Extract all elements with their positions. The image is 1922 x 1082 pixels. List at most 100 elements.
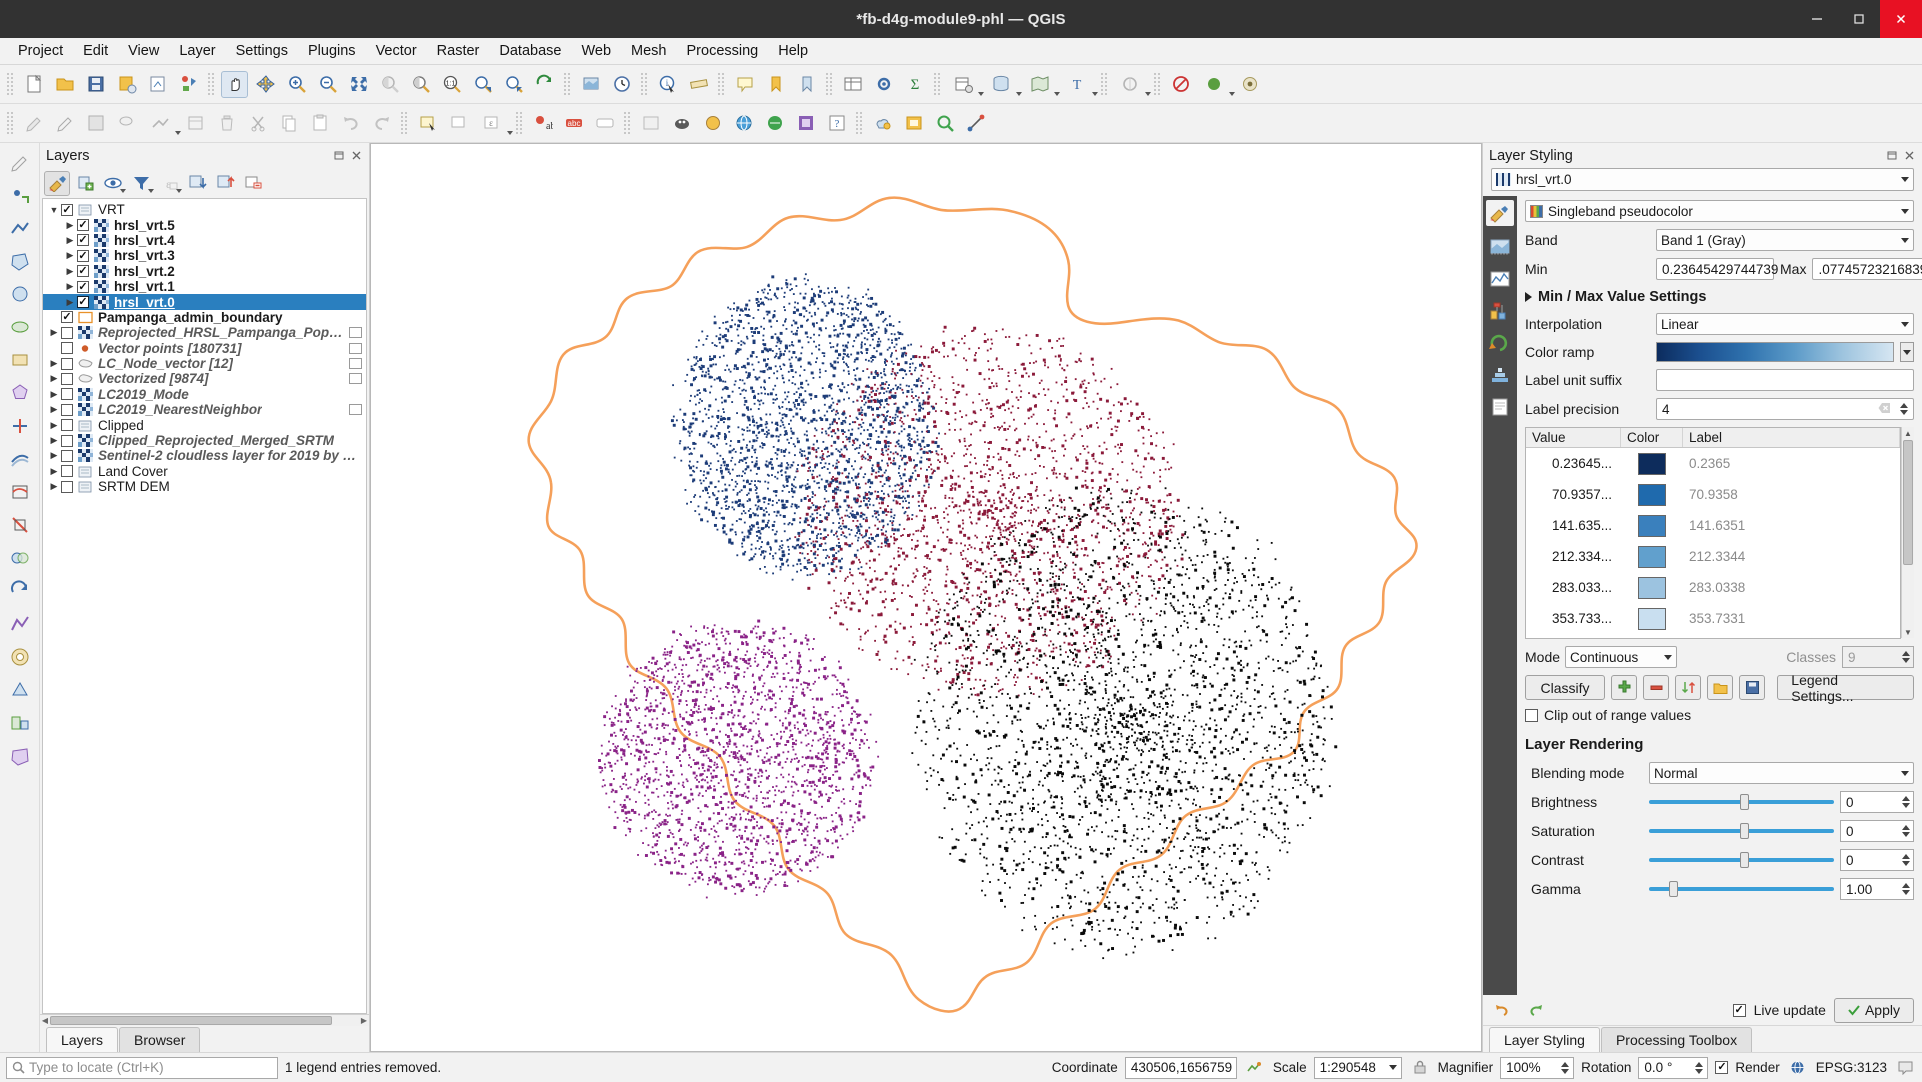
collapse-all-icon[interactable] xyxy=(212,171,238,196)
python-console-icon[interactable] xyxy=(1198,71,1235,98)
magnifier-field[interactable]: 100% xyxy=(1500,1056,1575,1079)
rotate-feature-icon[interactable] xyxy=(5,576,35,606)
close-styling-panel-icon[interactable] xyxy=(1902,149,1916,163)
crs-globe-icon[interactable] xyxy=(1787,1057,1809,1079)
remove-layer-icon[interactable] xyxy=(240,171,266,196)
legend-row[interactable]: 283.033... 283.0338 xyxy=(1526,572,1900,603)
undo-style-icon[interactable] xyxy=(1491,999,1515,1021)
legend-color-cell[interactable] xyxy=(1621,545,1683,568)
slider-knob[interactable] xyxy=(1739,852,1749,868)
zoom-full-icon[interactable] xyxy=(345,71,372,98)
chevron-down-icon[interactable] xyxy=(1901,770,1909,776)
chevron-down-icon[interactable] xyxy=(1901,237,1909,243)
slider-saturation[interactable] xyxy=(1649,822,1834,840)
classify-button[interactable]: Classify xyxy=(1525,675,1605,700)
layer-visibility-checkbox[interactable] xyxy=(61,419,73,432)
tab-browser[interactable]: Browser xyxy=(119,1027,201,1052)
scroll-down-icon[interactable]: ▼ xyxy=(1902,626,1914,638)
spin-stepper[interactable] xyxy=(1899,821,1912,841)
layer-tree-row[interactable]: ▶ hrsl_vrt.0 xyxy=(43,294,366,310)
chevron-right-icon[interactable]: ▶ xyxy=(47,466,61,477)
slider-gamma[interactable] xyxy=(1649,880,1834,898)
new-3d-map-view-icon[interactable] xyxy=(577,71,604,98)
color-swatch[interactable] xyxy=(1638,545,1666,568)
menu-help[interactable]: Help xyxy=(768,40,818,62)
live-update-checkbox[interactable] xyxy=(1732,1003,1746,1017)
paste-features-icon[interactable] xyxy=(306,110,333,137)
symbology-brush-icon[interactable] xyxy=(1486,200,1514,226)
layer-tree-row[interactable]: Pampanga_admin_boundary xyxy=(43,310,366,325)
change-label-icon[interactable] xyxy=(591,110,618,137)
layer-visibility-checkbox[interactable] xyxy=(77,234,89,247)
menu-view[interactable]: View xyxy=(118,40,169,62)
vertex-tool-icon[interactable] xyxy=(144,110,181,137)
identify-features-icon[interactable]: i xyxy=(654,71,681,98)
layer-edit-badge-icon[interactable] xyxy=(349,358,362,370)
layer-tree-row[interactable]: ▶ LC2019_NearestNeighbor xyxy=(43,402,366,417)
undock-styling-panel-icon[interactable] xyxy=(1885,149,1899,163)
new-project-icon[interactable] xyxy=(20,71,47,98)
reshape-features-icon[interactable] xyxy=(5,477,35,507)
layer-tree-row[interactable]: ▶ LC2019_Mode xyxy=(43,387,366,402)
map-canvas[interactable] xyxy=(370,143,1482,1052)
refresh-icon[interactable] xyxy=(531,71,558,98)
layer-tree-row[interactable]: ▶ Vectorized [9874] xyxy=(43,371,366,386)
spin-stepper[interactable] xyxy=(1899,850,1912,870)
renderer-combo[interactable]: Singleband pseudocolor xyxy=(1525,200,1914,222)
rendering-icon[interactable] xyxy=(1486,298,1514,324)
layer-visibility-checkbox[interactable] xyxy=(61,388,73,401)
layer-visibility-checkbox[interactable] xyxy=(61,465,73,478)
layer-visibility-checkbox[interactable] xyxy=(77,296,89,309)
add-vector-layer-icon[interactable] xyxy=(1023,71,1060,98)
layer-tree-row[interactable]: ▶ SRTM DEM xyxy=(43,479,366,494)
zoom-last-icon[interactable] xyxy=(469,71,496,98)
chevron-down-icon[interactable] xyxy=(978,91,984,96)
chevron-right-icon[interactable]: ▶ xyxy=(63,220,77,231)
layer-tree-row[interactable]: ▶ hrsl_vrt.5 xyxy=(43,217,366,233)
mode-combo[interactable]: Continuous xyxy=(1565,646,1677,668)
metasearch-icon[interactable] xyxy=(699,110,726,137)
menu-processing[interactable]: Processing xyxy=(677,40,769,62)
clear-icon[interactable] xyxy=(1878,402,1891,418)
chevron-down-icon[interactable] xyxy=(1901,208,1909,214)
layer-visibility-checkbox[interactable] xyxy=(77,280,89,293)
color-ramp-dropdown-icon[interactable] xyxy=(1900,342,1914,362)
band-combo[interactable]: Band 1 (Gray) xyxy=(1656,229,1914,251)
menu-vector[interactable]: Vector xyxy=(366,40,427,62)
filter-legend-expression-icon[interactable]: ε xyxy=(156,171,182,196)
chevron-right-icon[interactable]: ▶ xyxy=(47,404,61,415)
add-group-icon[interactable] xyxy=(72,171,98,196)
transparency-icon[interactable] xyxy=(1486,234,1514,260)
redo-icon[interactable] xyxy=(368,110,395,137)
layer-visibility-checkbox[interactable] xyxy=(61,203,73,216)
pan-to-selection-icon[interactable] xyxy=(252,71,279,98)
new-print-layout-icon[interactable] xyxy=(144,71,171,98)
layer-visibility-checkbox[interactable] xyxy=(61,449,73,462)
style-manager-icon[interactable] xyxy=(175,71,202,98)
zoom-to-layer-icon[interactable] xyxy=(407,71,434,98)
chevron-down-icon[interactable] xyxy=(175,130,181,135)
chevron-down-icon[interactable] xyxy=(120,188,126,193)
layer-tree-row[interactable]: ▶ Land Cover xyxy=(43,464,366,479)
delete-class-icon[interactable] xyxy=(1643,675,1670,700)
chevron-down-icon[interactable] xyxy=(1229,91,1235,96)
color-swatch[interactable] xyxy=(1638,514,1666,537)
spin-contrast[interactable]: 0 xyxy=(1840,849,1914,871)
tab-layers[interactable]: Layers xyxy=(46,1027,119,1052)
chevron-down-icon[interactable] xyxy=(1092,91,1098,96)
select-features-icon[interactable] xyxy=(414,110,441,137)
legend-row[interactable]: 353.733... 353.7331 xyxy=(1526,603,1900,634)
spin-gamma[interactable]: 1.00 xyxy=(1840,878,1914,900)
show-map-tips-icon[interactable] xyxy=(731,71,758,98)
chevron-down-icon[interactable] xyxy=(1901,177,1909,182)
add-point-feature-icon[interactable] xyxy=(5,180,35,210)
interpolation-combo[interactable]: Linear xyxy=(1656,313,1914,335)
legend-color-cell[interactable] xyxy=(1621,607,1683,630)
pan-map-icon[interactable] xyxy=(221,70,248,98)
chevron-down-icon[interactable]: ▼ xyxy=(47,205,61,215)
legend-color-cell[interactable] xyxy=(1621,452,1683,475)
legend-row[interactable]: 0.23645... 0.2365 xyxy=(1526,448,1900,479)
offset-curve-icon[interactable] xyxy=(5,444,35,474)
layer-tree-row[interactable]: ▶ hrsl_vrt.4 xyxy=(43,233,366,248)
chevron-down-icon[interactable] xyxy=(148,188,154,193)
